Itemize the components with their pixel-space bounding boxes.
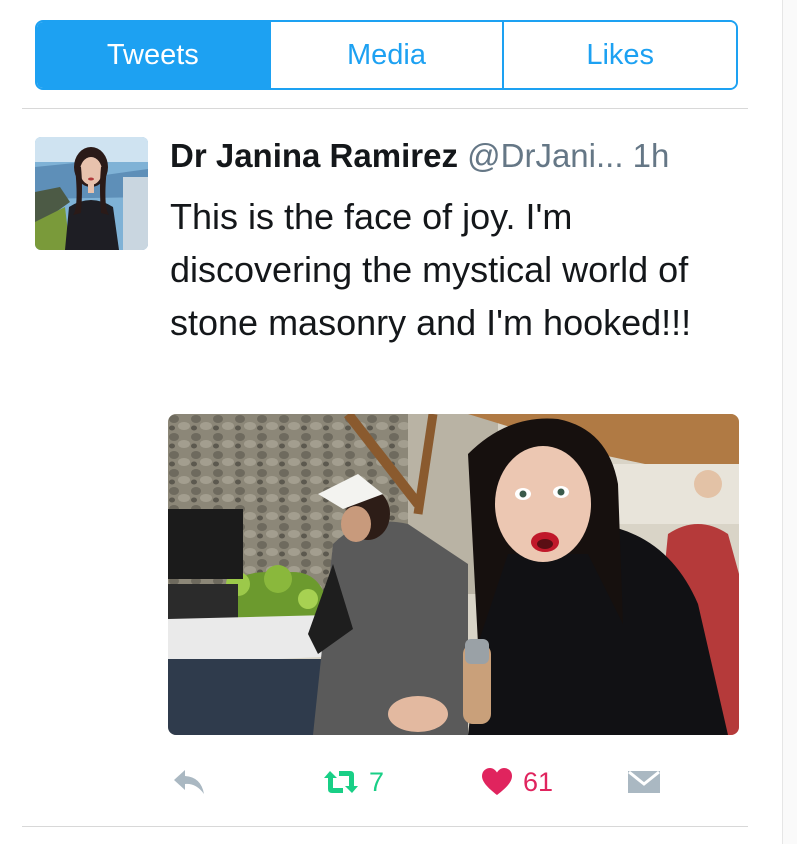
tweet-photo[interactable] (168, 414, 739, 735)
tweet-header: Dr Janina Ramirez @DrJani... 1h (170, 136, 669, 176)
header-divider (22, 108, 748, 109)
tab-likes[interactable]: Likes (502, 22, 736, 88)
scroll-edge (782, 0, 797, 844)
tweet-photo-image (168, 414, 739, 735)
profile-tabs: Tweets Media Likes (35, 20, 738, 90)
retweet-count: 7 (369, 766, 385, 797)
heart-icon (482, 768, 512, 795)
tab-media[interactable]: Media (268, 22, 503, 88)
avatar[interactable] (35, 137, 148, 250)
avatar-photo (35, 137, 148, 250)
tweet-divider (22, 826, 748, 827)
author-handle[interactable]: @DrJani... (467, 137, 623, 174)
like-count: 61 (523, 766, 554, 797)
author-name[interactable]: Dr Janina Ramirez (170, 137, 458, 174)
profile-timeline: Tweets Media Likes Dr Janina Ramirez @Dr… (0, 0, 797, 844)
like-button[interactable]: 61 (481, 760, 553, 804)
tweet-time: 1h (632, 137, 670, 174)
reply-icon (174, 770, 204, 794)
retweet-button[interactable]: 7 (323, 760, 384, 804)
tweet-text: This is the face of joy. I'm discovering… (170, 196, 692, 343)
message-button[interactable] (626, 760, 662, 804)
reply-button[interactable] (172, 760, 206, 804)
retweet-icon (324, 771, 358, 793)
tweet-actions: 7 61 (0, 760, 797, 804)
tab-tweets[interactable]: Tweets (37, 22, 269, 88)
envelope-icon (628, 770, 660, 793)
